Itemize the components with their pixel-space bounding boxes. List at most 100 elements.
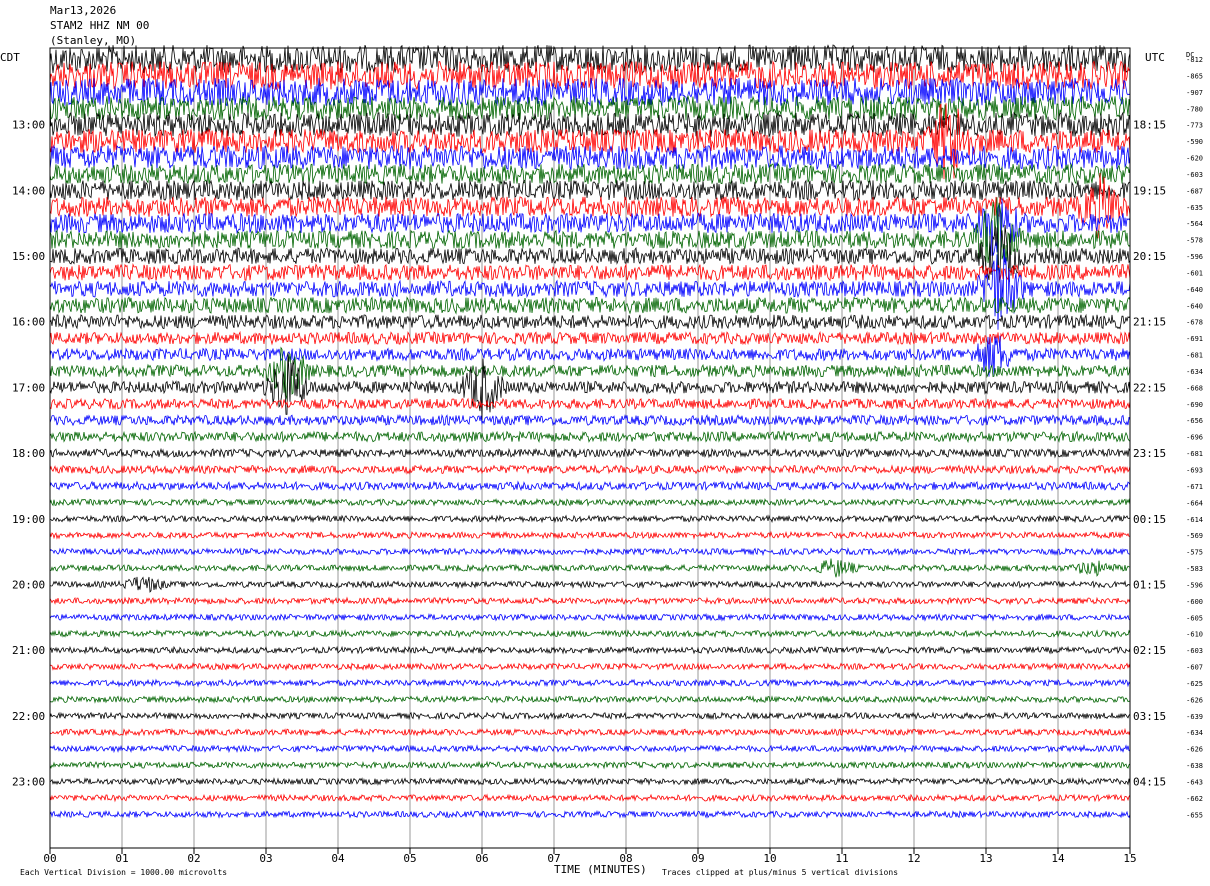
dc-offset-label: -620 (1186, 155, 1203, 163)
x-tick-label: 11 (835, 852, 848, 865)
right-hour-label: 18:15 (1133, 119, 1166, 132)
dc-offset-label: -691 (1186, 335, 1203, 343)
seismic-trace (49, 629, 1131, 639)
dc-offset-label: -638 (1186, 762, 1203, 770)
seismic-trace (49, 514, 1131, 524)
x-tick-label: 13 (979, 852, 992, 865)
left-hour-label: 16:00 (12, 316, 45, 329)
seismic-trace (49, 179, 1130, 202)
dc-offset-label: -575 (1186, 549, 1203, 557)
seismic-trace (49, 530, 1131, 540)
seismic-trace (49, 497, 1131, 507)
seismic-trace (49, 678, 1131, 688)
dc-offset-label: -603 (1186, 171, 1203, 179)
dc-offset-label: -687 (1186, 187, 1203, 195)
dc-offset-label: -907 (1186, 89, 1203, 97)
seismic-trace (49, 225, 1131, 283)
right-hour-label: 02:15 (1133, 644, 1166, 657)
seismic-trace (49, 352, 1131, 421)
right-hour-label: 20:15 (1133, 250, 1166, 263)
seismic-trace (49, 172, 1131, 239)
plot-frame (49, 47, 1131, 849)
dc-offset-label: -643 (1186, 778, 1203, 786)
seismic-trace (49, 413, 1131, 427)
seismic-trace (49, 313, 1131, 330)
left-hour-label: 22:00 (12, 710, 45, 723)
dc-offset-label: -678 (1186, 319, 1203, 327)
x-tick-label: 12 (907, 852, 920, 865)
dc-offset-label: -634 (1186, 729, 1203, 737)
seismic-trace (49, 793, 1131, 803)
seismic-trace (49, 430, 1131, 444)
dc-offset-label: -693 (1186, 467, 1203, 475)
x-tick-label: 05 (403, 852, 416, 865)
seismic-trace (49, 296, 1131, 315)
dc-offset-label: -655 (1186, 811, 1203, 819)
dc-offset-label: -640 (1186, 302, 1203, 310)
right-hour-label: 01:15 (1133, 578, 1166, 591)
dc-offset-label: -564 (1186, 220, 1203, 228)
dc-offset-label: -614 (1186, 516, 1203, 524)
dc-offset-label: -590 (1186, 138, 1203, 146)
right-hour-label: 03:15 (1133, 710, 1166, 723)
dc-offset-label: -780 (1186, 105, 1203, 113)
x-tick-label: 15 (1123, 852, 1136, 865)
seismic-trace (49, 558, 1131, 578)
x-tick-label: 03 (259, 852, 272, 865)
dc-offset-label: -635 (1186, 204, 1203, 212)
seismic-trace (49, 263, 1131, 282)
dc-offset-label: -607 (1186, 664, 1203, 672)
scale-note: Each Vertical Division = 1000.00 microvo… (20, 868, 227, 877)
right-hour-label: 00:15 (1133, 513, 1166, 526)
dc-offset-label: -600 (1186, 598, 1203, 606)
right-hour-label: 23:15 (1133, 447, 1166, 460)
minute-gridlines (49, 48, 1131, 848)
seismic-trace (49, 162, 1131, 186)
seismic-trace (49, 480, 1131, 492)
right-hour-label: 22:15 (1133, 381, 1166, 394)
x-tick-label: 02 (187, 852, 200, 865)
dc-offset-label: -605 (1186, 614, 1203, 622)
seismic-trace (49, 645, 1131, 655)
seismic-trace (49, 662, 1131, 671)
x-tick-label: 09 (691, 852, 704, 865)
dc-offset-label: -681 (1186, 450, 1203, 458)
dc-offset-label: -583 (1186, 565, 1203, 573)
x-tick-label: 06 (475, 852, 488, 865)
left-hour-label: 20:00 (12, 578, 45, 591)
seismic-trace (49, 760, 1131, 770)
right-hour-label: 19:15 (1133, 184, 1166, 197)
dc-offset-label: -626 (1186, 696, 1203, 704)
dc-offset-label: -569 (1186, 532, 1203, 540)
dc-offset-label: -596 (1186, 581, 1203, 589)
dc-offset-label: -639 (1186, 713, 1203, 721)
seismic-trace (49, 447, 1131, 459)
x-axis-title: TIME (MINUTES) (554, 863, 647, 876)
dc-offset-label: -662 (1186, 795, 1203, 803)
x-tick-label: 00 (43, 852, 56, 865)
left-hour-label: 23:00 (12, 775, 45, 788)
dc-offset-label: -640 (1186, 286, 1203, 294)
left-timezone-label: CDT (0, 51, 20, 64)
x-tick-label: 10 (763, 852, 776, 865)
helicorder-plot: 00 01 02 03 04 05 06 07 08 09 10 11 12 13 14 15-812-865… (0, 44, 1203, 877)
seismic-trace (49, 330, 1131, 346)
x-tick-label: 01 (115, 852, 128, 865)
dc-offset-label: -634 (1186, 368, 1203, 376)
seismic-trace (49, 397, 1131, 411)
dc-offset-label: -656 (1186, 417, 1203, 425)
right-hour-label: 21:15 (1133, 316, 1166, 329)
left-hour-label: 18:00 (12, 447, 45, 460)
dc-offset-label: -626 (1186, 746, 1203, 754)
left-hour-label: 17:00 (12, 381, 45, 394)
seismic-trace (49, 711, 1131, 721)
seismic-trace (49, 694, 1131, 704)
left-hour-label: 13:00 (12, 119, 45, 132)
dc-label: DC (1186, 51, 1194, 59)
dc-offset-label: -578 (1186, 237, 1203, 245)
seismic-trace (49, 596, 1131, 606)
right-hour-label: 04:15 (1133, 775, 1166, 788)
seismic-traces (49, 44, 1131, 819)
dc-offset-label: -596 (1186, 253, 1203, 261)
dc-offset-label: -601 (1186, 269, 1203, 277)
